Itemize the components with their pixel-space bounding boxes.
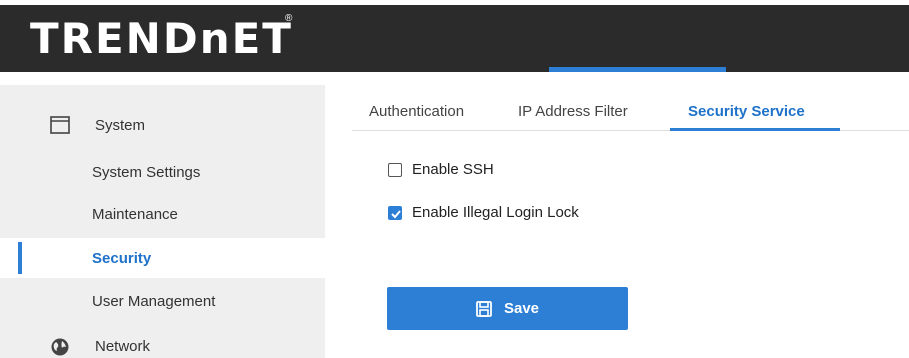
tab-security-service[interactable]: Security Service xyxy=(688,103,805,120)
sidebar-item-label: System Settings xyxy=(92,163,201,181)
tab-authentication[interactable]: Authentication xyxy=(369,103,464,120)
sidebar-item-label: Maintenance xyxy=(92,205,178,223)
save-button[interactable]: Save xyxy=(387,287,628,330)
sidebar: System System Settings Maintenance Secur… xyxy=(0,85,325,358)
sidebar-item-network[interactable]: Network xyxy=(0,326,325,358)
enable-illegal-login-lock-checkbox[interactable] xyxy=(388,205,402,220)
header-active-menu-indicator xyxy=(549,67,726,72)
sidebar-item-system[interactable]: System xyxy=(0,105,325,145)
sidebar-item-label: System xyxy=(95,116,146,134)
enable-illegal-login-lock-label: Enable Illegal Login Lock xyxy=(412,204,579,221)
checkmark-icon xyxy=(391,209,401,218)
tab-ip-address-filter[interactable]: IP Address Filter xyxy=(518,103,628,120)
save-icon xyxy=(476,300,492,317)
logo-registered-mark: ® xyxy=(285,13,293,24)
enable-ssh-option[interactable]: Enable SSH xyxy=(388,161,494,178)
active-item-bar xyxy=(18,242,22,274)
sidebar-item-maintenance[interactable]: Maintenance xyxy=(0,194,325,234)
header-top-strip xyxy=(0,0,909,5)
trendnet-logo: TRENDnET xyxy=(30,14,293,63)
sidebar-item-label: Security xyxy=(92,249,152,267)
sidebar-item-system-settings[interactable]: System Settings xyxy=(0,152,325,192)
active-tab-underline xyxy=(670,128,840,131)
globe-icon xyxy=(50,337,70,356)
enable-ssh-checkbox[interactable] xyxy=(388,162,402,177)
window-icon xyxy=(50,116,70,134)
sidebar-item-label: User Management xyxy=(92,292,216,310)
sidebar-item-user-management[interactable]: User Management xyxy=(0,281,325,321)
top-header: TRENDnET ® xyxy=(0,0,909,72)
enable-ssh-label: Enable SSH xyxy=(412,161,494,178)
save-button-label: Save xyxy=(503,300,540,317)
sidebar-item-security[interactable]: Security xyxy=(0,238,325,278)
sidebar-item-label: Network xyxy=(95,337,151,355)
enable-illegal-login-lock-option[interactable]: Enable Illegal Login Lock xyxy=(388,204,579,221)
